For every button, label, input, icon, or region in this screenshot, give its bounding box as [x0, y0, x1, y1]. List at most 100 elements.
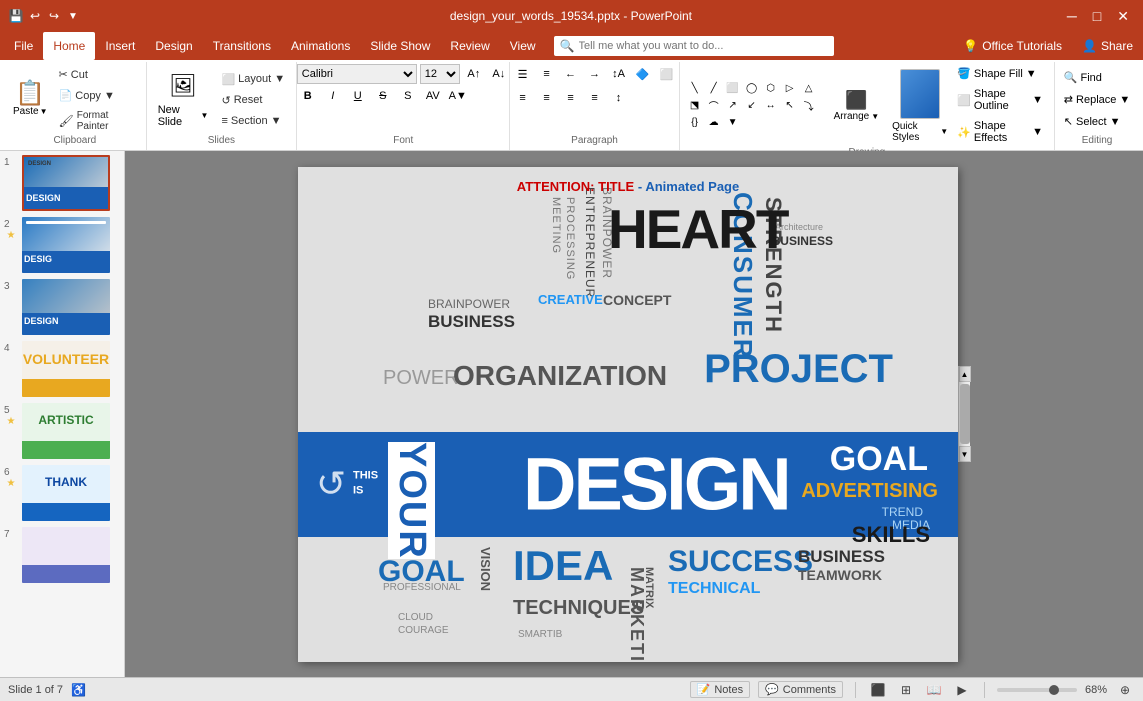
menu-design[interactable]: Design — [145, 32, 202, 60]
zoom-thumb[interactable] — [1049, 685, 1059, 695]
strikethrough-button[interactable]: S — [372, 86, 394, 106]
convert-to-smartart-button[interactable]: 🔷 — [632, 64, 654, 84]
shape-btn-7[interactable]: △ — [800, 81, 818, 97]
menu-transitions[interactable]: Transitions — [203, 32, 281, 60]
minimize-button[interactable]: ─ — [1061, 6, 1083, 26]
shape-btn-8[interactable]: ⬔ — [686, 98, 704, 114]
scroll-down-button[interactable]: ▼ — [959, 446, 971, 462]
slide-preview-3[interactable]: DESIGN — [22, 279, 110, 335]
columns-button[interactable]: ⬜ — [656, 64, 678, 84]
scroll-up-button[interactable]: ▲ — [959, 366, 971, 382]
shape-btn-11[interactable]: ↙ — [743, 98, 761, 114]
menu-animations[interactable]: Animations — [281, 32, 360, 60]
shape-btn-12[interactable]: ↔ — [762, 98, 780, 114]
customize-qat-icon[interactable]: ▼ — [65, 8, 81, 24]
arrange-button[interactable]: ⬛ Arrange▼ — [825, 86, 889, 126]
menu-review[interactable]: Review — [440, 32, 499, 60]
shape-btn-10[interactable]: ↗ — [724, 98, 742, 114]
shape-btn-13[interactable]: ↖ — [781, 98, 799, 114]
maximize-button[interactable]: □ — [1087, 6, 1107, 26]
increase-indent-button[interactable]: → — [584, 64, 606, 84]
align-right-button[interactable]: ≡ — [560, 88, 582, 108]
slide-canvas[interactable]: ATTENTION: TITLE - Animated Page MEETING… — [298, 167, 958, 662]
tell-me-input[interactable] — [579, 40, 828, 52]
slide-preview-2[interactable]: DESIG — [22, 217, 110, 273]
line-spacing-button[interactable]: ↕ — [608, 88, 630, 108]
undo-icon[interactable]: ↩ — [27, 8, 43, 24]
slide-preview-4[interactable]: VOLUNTEER — [22, 341, 110, 397]
shape-btn-14[interactable]: ⤵ — [800, 98, 818, 114]
close-button[interactable]: ✕ — [1111, 6, 1135, 27]
shape-fill-button[interactable]: 🪣 Shape Fill ▼ — [952, 64, 1048, 83]
reading-view-button[interactable]: 📖 — [924, 680, 944, 700]
font-name-select[interactable]: Calibri — [297, 64, 417, 84]
normal-view-button[interactable]: ⬛ — [868, 680, 888, 700]
shape-btn-16[interactable]: ☁ — [705, 115, 723, 131]
shape-btn-1[interactable]: ╲ — [686, 81, 704, 97]
italic-button[interactable]: I — [322, 86, 344, 106]
justify-button[interactable]: ≡ — [584, 88, 606, 108]
share-button[interactable]: 👤 Share — [1076, 37, 1139, 55]
slide-preview-1[interactable]: DESIGN DESIGN — [22, 155, 110, 211]
shape-btn-5[interactable]: ⬡ — [762, 81, 780, 97]
shape-btn-3[interactable]: ⬜ — [724, 81, 742, 97]
shape-btn-2[interactable]: ╱ — [705, 81, 723, 97]
font-size-select[interactable]: 12 — [420, 64, 460, 84]
text-shadow-button[interactable]: S — [397, 86, 419, 106]
paste-button[interactable]: 📋 Paste▼ — [10, 79, 51, 120]
menu-home[interactable]: Home — [43, 32, 95, 60]
text-direction-button[interactable]: ↕A — [608, 64, 630, 84]
slide-thumb-2[interactable]: 2 ★ DESIG — [4, 217, 120, 273]
new-slide-icon[interactable]: 🖼 — [160, 70, 206, 102]
new-slide-button[interactable]: 🖼 New Slide▼ — [153, 70, 214, 130]
slide-preview-6[interactable]: THANK — [22, 465, 110, 521]
scroll-thumb[interactable] — [960, 384, 970, 444]
replace-button[interactable]: ⇄ Replace ▼ — [1059, 90, 1135, 109]
shape-btn-15[interactable]: {} — [686, 115, 704, 131]
save-icon[interactable]: 💾 — [8, 8, 24, 24]
copy-button[interactable]: 📄 Copy ▼ — [54, 86, 140, 105]
menu-slideshow[interactable]: Slide Show — [360, 32, 440, 60]
slide-thumb-3[interactable]: 3 DESIGN — [4, 279, 120, 335]
bold-button[interactable]: B — [297, 86, 319, 106]
slide-thumb-4[interactable]: 4 VOLUNTEER — [4, 341, 120, 397]
menu-file[interactable]: File — [4, 32, 43, 60]
notes-button[interactable]: 📝 Notes — [690, 681, 750, 698]
increase-font-button[interactable]: A↑ — [463, 64, 485, 84]
align-left-button[interactable]: ≡ — [512, 88, 534, 108]
underline-button[interactable]: U — [347, 86, 369, 106]
slideshow-view-button[interactable]: ▶ — [952, 680, 972, 700]
office-tutorials-link[interactable]: 💡 Office Tutorials — [957, 37, 1068, 55]
char-spacing-button[interactable]: AV — [422, 86, 444, 106]
slide-thumb-1[interactable]: 1 DESIGN DESIGN — [4, 155, 120, 211]
select-button[interactable]: ↖ Select ▼ — [1059, 112, 1126, 131]
quick-styles-button[interactable]: Quick Styles▼ — [892, 121, 948, 143]
shape-btn-4[interactable]: ◯ — [743, 81, 761, 97]
section-button[interactable]: ≡ Section ▼ — [216, 112, 290, 130]
slide-preview-7[interactable] — [22, 527, 110, 583]
find-button[interactable]: 🔍 Find — [1059, 68, 1107, 87]
menu-view[interactable]: View — [500, 32, 546, 60]
font-color-button[interactable]: A▼ — [447, 86, 469, 106]
align-center-button[interactable]: ≡ — [536, 88, 558, 108]
layout-button[interactable]: ⬜ Layout ▼ — [216, 70, 290, 89]
menu-insert[interactable]: Insert — [95, 32, 145, 60]
shape-btn-6[interactable]: ▷ — [781, 81, 799, 97]
format-painter-button[interactable]: 🖌 Format Painter — [54, 107, 140, 135]
cut-button[interactable]: ✂ Cut — [54, 65, 140, 84]
fit-slide-button[interactable]: ⊕ — [1115, 680, 1135, 700]
shapes-more-button[interactable]: ▼ — [724, 115, 742, 131]
bullets-button[interactable]: ☰ — [512, 64, 534, 84]
slide-sorter-button[interactable]: ⊞ — [896, 680, 916, 700]
shape-effects-button[interactable]: ✨ Shape Effects ▼ — [952, 117, 1048, 147]
slide-thumb-7[interactable]: 7 — [4, 527, 120, 583]
shape-btn-9[interactable]: ⌒ — [705, 98, 723, 114]
new-slide-label-btn[interactable]: New Slide▼ — [153, 102, 214, 130]
decrease-indent-button[interactable]: ← — [560, 64, 582, 84]
shape-outline-button[interactable]: ⬜ Shape Outline ▼ — [952, 85, 1048, 115]
zoom-slider[interactable] — [997, 688, 1077, 692]
slide-thumb-5[interactable]: 5 ★ ARTISTIC — [4, 403, 120, 459]
slide-thumb-6[interactable]: 6 ★ THANK — [4, 465, 120, 521]
numbering-button[interactable]: ≡ — [536, 64, 558, 84]
reset-button[interactable]: ↺ Reset — [216, 91, 290, 110]
